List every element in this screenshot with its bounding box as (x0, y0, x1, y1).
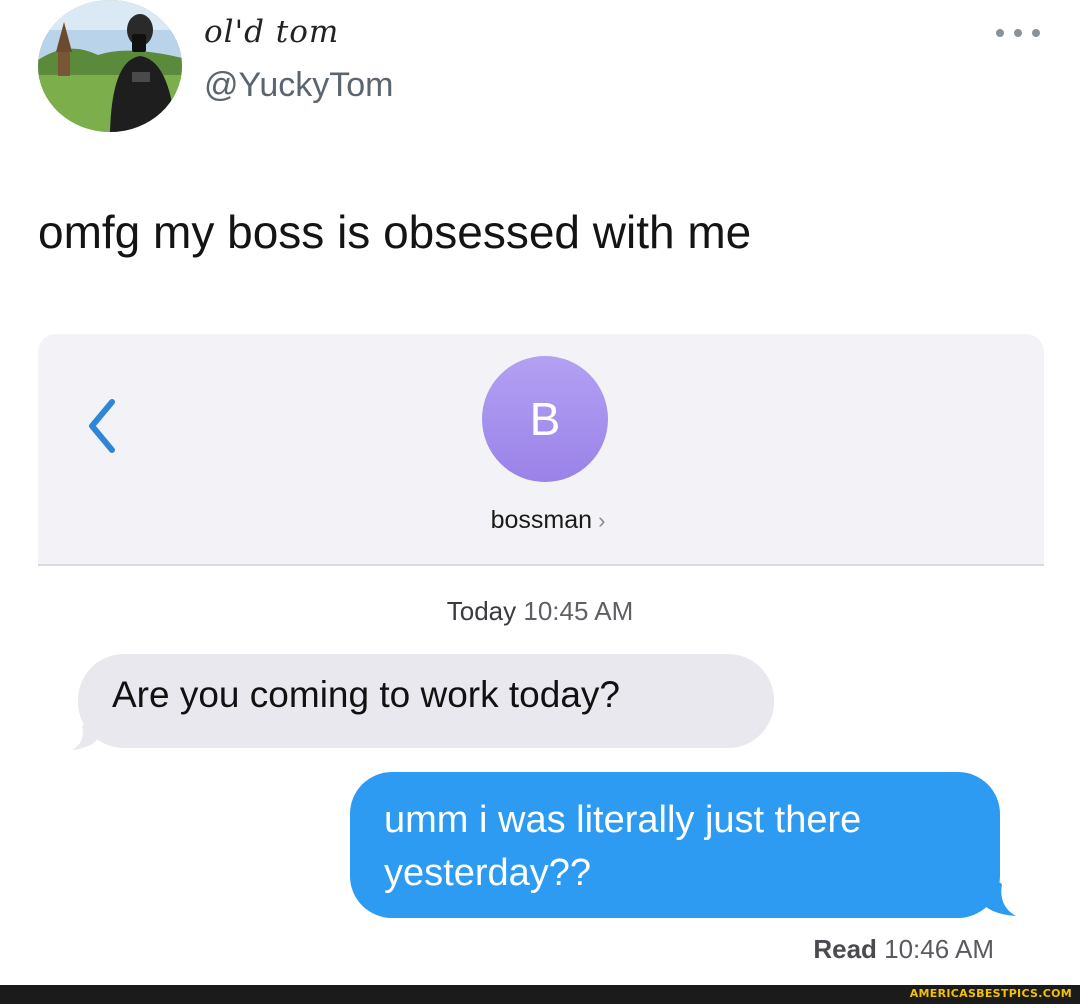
contact-name: bossman (490, 506, 593, 534)
avatar-photo (38, 0, 182, 132)
timestamp-day: Today (446, 596, 517, 626)
watermark: AMERICASBESTPICS.COM (909, 987, 1072, 1000)
chevron-right-icon: › (598, 508, 606, 533)
read-label: Read (813, 934, 877, 964)
contact-initial: B (529, 393, 561, 445)
contact-name-button[interactable]: bossman › (38, 506, 1044, 535)
read-receipt: Read 10:46 AM (813, 934, 994, 965)
outgoing-message-bubble[interactable]: umm i was literally just there yesterday… (350, 772, 1000, 918)
user-handle[interactable]: @YuckyTom (204, 66, 393, 105)
watermark-bar: AMERICASBESTPICS.COM (0, 985, 1080, 1004)
read-time: 10:46 AM (884, 934, 994, 964)
more-options-icon[interactable] (996, 18, 1040, 48)
contact-avatar[interactable]: B (482, 356, 608, 482)
dot (1014, 29, 1022, 37)
display-name[interactable]: ol'd tom (204, 14, 339, 50)
chevron-left-icon[interactable] (82, 396, 122, 456)
dot (1032, 29, 1040, 37)
timestamp-time: 10:45 AM (523, 596, 634, 626)
incoming-message-bubble[interactable]: Are you coming to work today? (78, 654, 774, 748)
dot (996, 29, 1004, 37)
message-screenshot: B bossman › Today 10:45 AM Are you coming… (38, 334, 1044, 974)
profile-avatar[interactable] (38, 0, 182, 132)
message-timestamp: Today 10:45 AM (38, 596, 1044, 627)
conversation-header: B bossman › (38, 334, 1044, 566)
tweet-text: omfg my boss is obsessed with me (38, 206, 752, 258)
